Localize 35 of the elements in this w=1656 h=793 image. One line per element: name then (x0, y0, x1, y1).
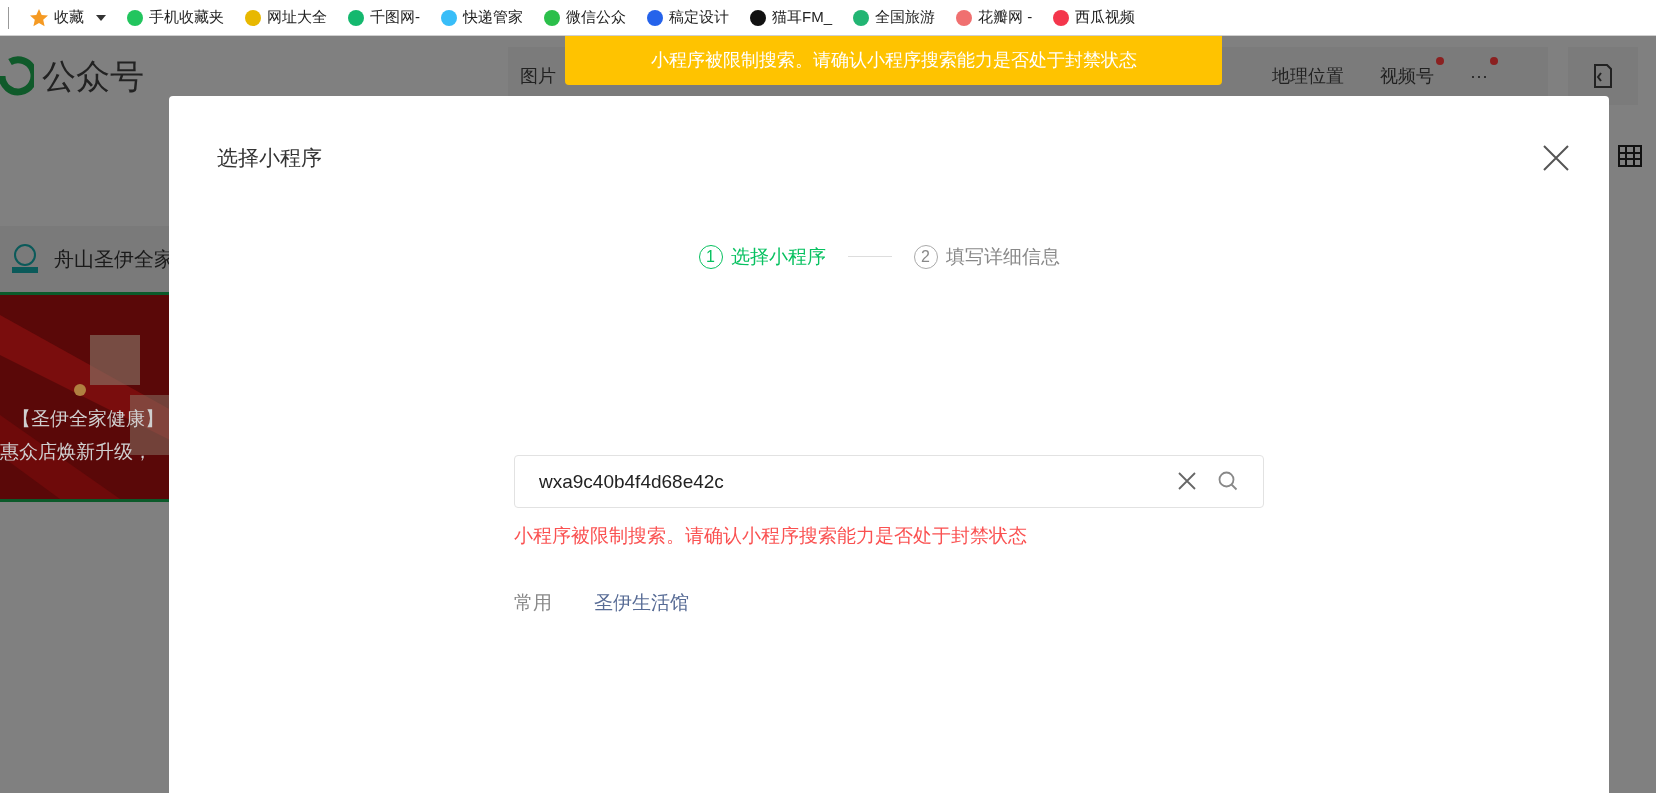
caret-icon[interactable] (96, 13, 106, 22)
clear-icon[interactable] (1178, 472, 1196, 490)
close-icon[interactable] (1543, 144, 1569, 171)
table-icon[interactable] (1618, 145, 1642, 167)
nav-item[interactable]: 图片 (520, 62, 556, 90)
bookmark-link[interactable]: 稿定设计 (646, 6, 729, 29)
logo-icon (0, 56, 34, 96)
nav-item[interactable]: 地理位置 (1272, 62, 1344, 90)
search-icon[interactable] (1218, 471, 1238, 491)
bookmark-link[interactable]: 微信公众 (543, 6, 626, 29)
bookmark-link[interactable]: 猫耳FM_ (749, 6, 832, 29)
bookmark-link[interactable]: 全国旅游 (852, 6, 935, 29)
brand-title: 公众号 (42, 55, 144, 97)
banner-text: 惠众店焕新升级， (0, 439, 153, 464)
bookmark-link[interactable]: 西瓜视频 (1052, 6, 1136, 29)
step: 1 选择小程序 (698, 242, 826, 271)
account-logo-icon (10, 243, 40, 275)
bookmark-link[interactable]: 花瓣网 - (955, 6, 1033, 29)
bookmark-link[interactable]: 网址大全 (244, 6, 327, 29)
nav-item[interactable]: 视频号 (1380, 62, 1434, 90)
error-message: 小程序被限制搜索。请确认小程序搜索能力是否处于封禁状态 (514, 524, 1028, 548)
banner-text: 【圣伊全家健康】 (12, 407, 164, 431)
recent-mini-program-link[interactable]: 圣伊生活馆 (594, 588, 689, 617)
toast: 小程序被限制搜索。请确认小程序搜索能力是否处于封禁状态 (565, 36, 1222, 85)
bookmark-link[interactable]: 快递管家 (440, 6, 523, 29)
bookmark-link[interactable]: 收藏 (29, 6, 84, 29)
nav-item[interactable]: ··· (1470, 62, 1488, 90)
recent-label: 常用 (514, 590, 552, 615)
bookmark-link[interactable]: 手机收藏夹 (126, 6, 224, 29)
search-field[interactable]: wxa9c40b4f4d68e42c (514, 455, 1264, 508)
doc-button[interactable] (1568, 47, 1638, 105)
document-icon (1592, 63, 1614, 89)
dialog-title: 选择小程序 (217, 145, 322, 171)
bookmark-link[interactable]: 千图网- (347, 6, 420, 29)
step: 2 填写详细信息 (913, 242, 1060, 271)
